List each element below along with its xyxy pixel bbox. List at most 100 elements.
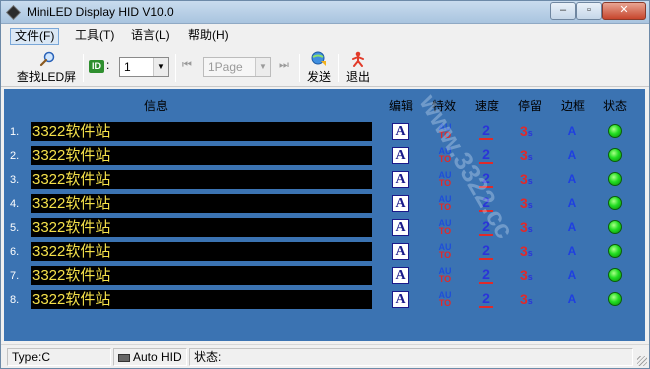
stay-time-icon[interactable]: 3s [520,243,538,260]
speed-value: 2 [482,170,490,186]
stay-time-icon[interactable]: 3s [520,219,538,236]
exit-button[interactable]: 退出 [343,50,373,86]
info-text-field[interactable]: 3322软件站 [31,170,372,189]
info-text-field[interactable]: 3322软件站 [31,266,372,285]
app-window: MiniLED Display HID V10.0 – ▫ ✕ 文件(F) 工具… [0,0,650,369]
status-ok-icon [608,148,622,162]
edit-text-icon[interactable]: A [392,267,409,284]
speed-value: 2 [482,242,490,258]
send-button[interactable]: 发送 [304,50,334,86]
effect-auto-icon[interactable]: AU TO [437,147,453,164]
info-text-field[interactable]: 3322软件站 [31,194,372,213]
effect-label-bottom: TO [438,226,452,236]
menu-tools[interactable]: 工具(T) [71,28,118,45]
row-number: 3. [10,174,20,186]
maximize-button[interactable]: ▫ [576,2,602,20]
menu-help[interactable]: 帮助(H) [184,28,233,45]
resize-grip-icon[interactable] [637,356,647,366]
stay-time-icon[interactable]: 3s [520,267,538,284]
stay-time-icon[interactable]: 3s [520,171,538,188]
effect-label-bottom: TO [438,154,452,164]
stay-unit: s [527,176,533,186]
effect-label-bottom: TO [438,178,452,188]
stay-time-icon[interactable]: 3s [520,123,538,140]
row-number: 2. [10,150,20,162]
effect-auto-icon[interactable]: AU TO [437,291,453,308]
stay-unit: s [527,296,533,306]
column-info: 信息 [143,99,168,113]
info-text-field[interactable]: 3322软件站 [31,218,372,237]
minimize-button[interactable]: – [550,2,576,20]
exit-label: 退出 [345,70,370,84]
border-icon[interactable]: A [566,219,578,236]
effect-auto-icon[interactable]: AU TO [437,219,453,236]
info-text-field[interactable]: 3322软件站 [31,146,372,165]
stay-unit: s [527,200,533,210]
column-edit: 编辑 [388,99,413,113]
stay-value: 3 [520,123,528,139]
effect-auto-icon[interactable]: AU TO [437,267,453,284]
status-ok-icon [608,124,622,138]
stay-value: 3 [520,147,528,163]
column-speed: 速度 [474,99,499,113]
edit-text-icon[interactable]: A [392,195,409,212]
toolbar-separator [175,54,176,82]
stay-unit: s [527,152,533,162]
menu-file[interactable]: 文件(F) [10,28,60,45]
edit-text-icon[interactable]: A [392,243,409,260]
speed-icon[interactable]: 2 [479,291,493,308]
status-ok-icon [608,172,622,186]
info-text-field[interactable]: 3322软件站 [31,242,372,261]
effect-auto-icon[interactable]: AU TO [437,243,453,260]
effect-auto-icon[interactable]: AU TO [437,123,453,140]
border-icon[interactable]: A [566,291,578,308]
border-icon[interactable]: A [566,195,578,212]
id-select[interactable]: 1 ▼ [119,57,169,77]
border-icon[interactable]: A [566,267,578,284]
find-led-label: 查找LED屏 [16,70,77,84]
close-button[interactable]: ✕ [602,2,646,20]
row-number: 4. [10,198,20,210]
edit-text-icon[interactable]: A [392,219,409,236]
status-ok-icon [608,220,622,234]
last-page-button[interactable]: ⏭ [279,59,289,72]
border-icon[interactable]: A [566,123,578,140]
status-message: 状态: [189,348,633,366]
speed-icon[interactable]: 2 [479,123,493,140]
speed-icon[interactable]: 2 [479,195,493,212]
page-select[interactable]: 1Page ▼ [203,57,271,77]
menu-language[interactable]: 语言(L) [127,28,174,45]
stay-time-icon[interactable]: 3s [520,147,538,164]
edit-text-icon[interactable]: A [392,291,409,308]
stay-time-icon[interactable]: 3s [520,291,538,308]
speed-icon[interactable]: 2 [479,147,493,164]
border-icon[interactable]: A [566,171,578,188]
edit-text-icon[interactable]: A [392,171,409,188]
info-text-field[interactable]: 3322软件站 [31,122,372,141]
find-led-button[interactable]: 查找LED屏 [15,50,78,86]
stay-unit: s [527,272,533,282]
stay-time-icon[interactable]: 3s [520,195,538,212]
effect-auto-icon[interactable]: AU TO [437,195,453,212]
id-badge: ID [89,60,104,73]
speed-value: 2 [482,146,490,162]
page-select-value: 1Page [208,60,243,74]
speed-icon[interactable]: 2 [479,219,493,236]
speed-icon[interactable]: 2 [479,171,493,188]
border-icon[interactable]: A [566,243,578,260]
speed-icon[interactable]: 2 [479,243,493,260]
row-number: 5. [10,222,20,234]
border-icon[interactable]: A [566,147,578,164]
stay-unit: s [527,248,533,258]
edit-text-icon[interactable]: A [392,147,409,164]
edit-text-icon[interactable]: A [392,123,409,140]
id-colon: : [106,58,110,72]
speed-icon[interactable]: 2 [479,267,493,284]
title-bar[interactable]: MiniLED Display HID V10.0 – ▫ ✕ [1,1,649,24]
first-page-button[interactable]: ⏮ [182,59,192,72]
effect-label-bottom: TO [438,250,452,260]
effect-auto-icon[interactable]: AU TO [437,171,453,188]
info-text-field[interactable]: 3322软件站 [31,290,372,309]
speed-value: 2 [482,266,490,282]
id-select-value: 1 [124,60,131,74]
